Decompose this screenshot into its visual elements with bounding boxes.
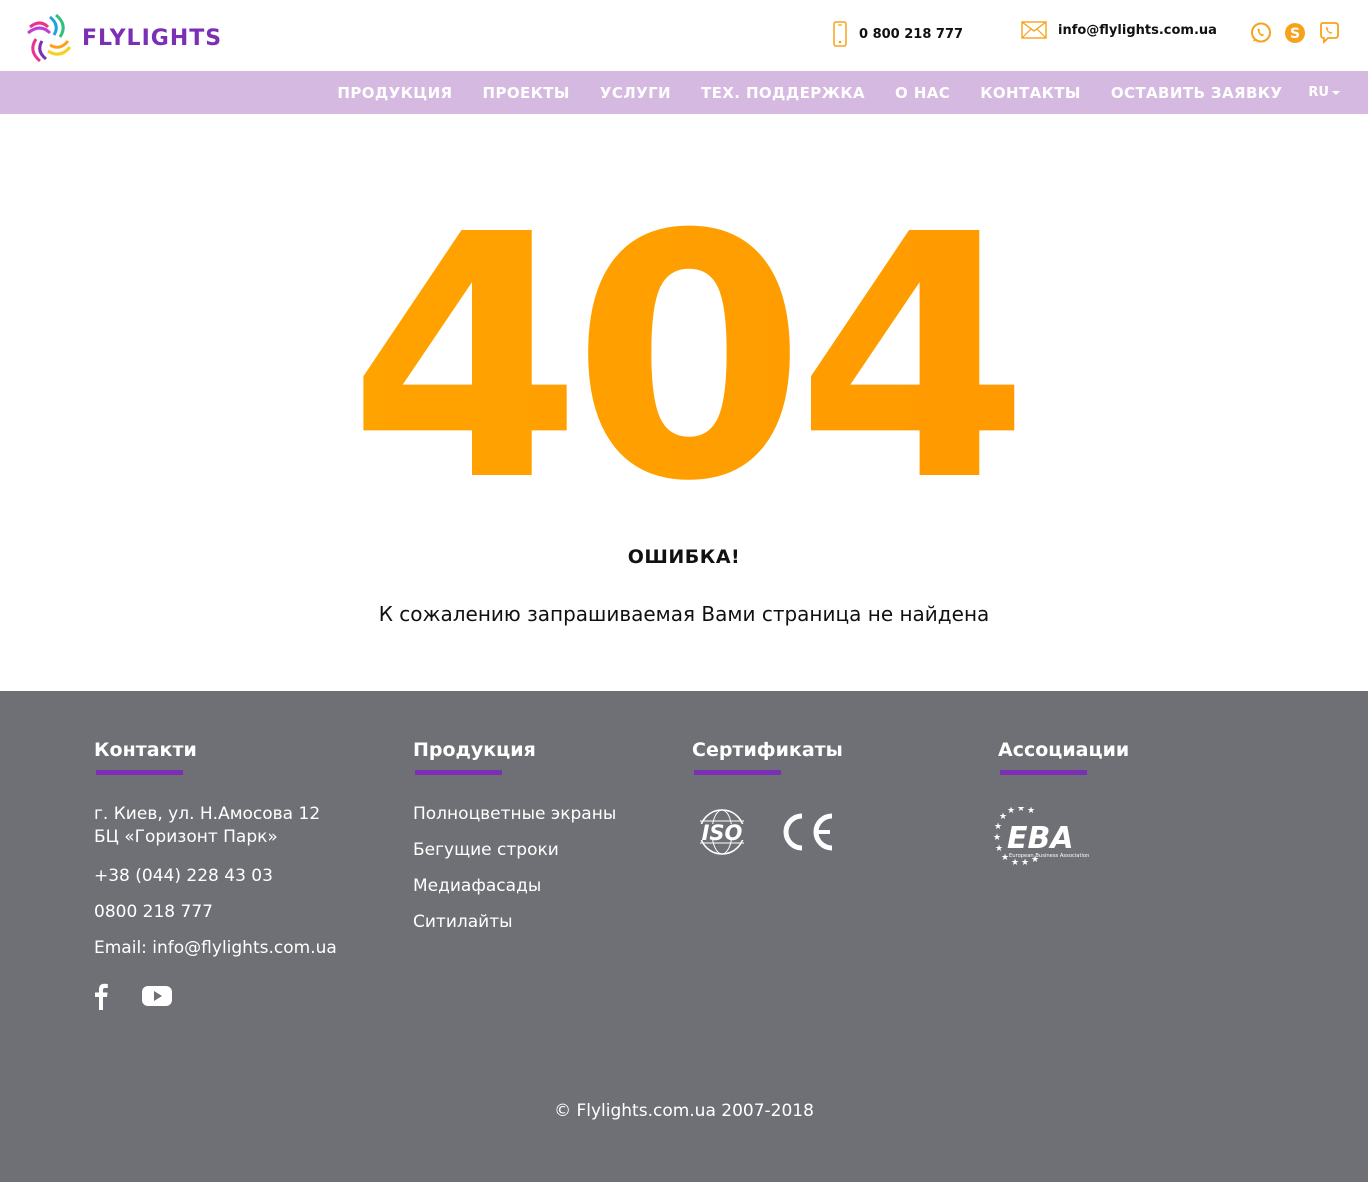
logo-mark-icon — [27, 13, 72, 63]
svg-text:★: ★ — [1021, 858, 1029, 865]
whatsapp-icon[interactable] — [1249, 21, 1273, 45]
envelope-icon — [1021, 21, 1047, 39]
footer-associations: Ассоциации ★ ★ ★ ★ ★ ★ ★ ★ ★ ★ ★ EBA Eur… — [993, 739, 1130, 869]
ce-logo — [783, 813, 833, 851]
phone-icon — [833, 21, 847, 47]
iso-logo: ISO — [692, 809, 752, 855]
footer-socials — [94, 982, 337, 1017]
nav-item-request[interactable]: ОСТАВИТЬ ЗАЯВКУ — [1096, 84, 1298, 102]
footer-product-link[interactable]: Медиафасады — [413, 875, 616, 898]
svg-text:★: ★ — [1007, 807, 1015, 816]
svg-text:★: ★ — [999, 812, 1007, 822]
nav-item-support[interactable]: ТЕХ. ПОДДЕРЖКА — [686, 84, 880, 102]
site-header: FLYLIGHTS 0 800 218 777 info@flylights.c… — [0, 0, 1368, 71]
footer-products: Продукция Полноцветные экраны Бегущие ст… — [413, 739, 616, 947]
footer-associations-title: Ассоциации — [998, 739, 1130, 761]
error-page: 404 ОШИБКА! К сожалению запрашиваемая Ва… — [0, 114, 1368, 691]
language-label: RU — [1308, 85, 1329, 100]
site-footer: Контакти г. Киев, ул. Н.Амосова 12 БЦ «Г… — [0, 691, 1368, 1182]
nav-item-projects[interactable]: ПРОЕКТЫ — [467, 84, 584, 102]
footer-phone-2[interactable]: 0800 218 777 — [94, 901, 337, 924]
footer-products-title: Продукция — [413, 739, 536, 761]
eba-logo: ★ ★ ★ ★ ★ ★ ★ ★ ★ ★ ★ EBA European Busin… — [993, 804, 1089, 868]
error-title: ОШИБКА! — [627, 546, 741, 568]
logo-text: FLYLIGHTS — [82, 25, 223, 51]
svg-text:★: ★ — [1017, 807, 1025, 814]
footer-title-underline — [415, 770, 502, 775]
nav-item-services[interactable]: УСЛУГИ — [585, 84, 686, 102]
svg-text:★: ★ — [1027, 807, 1035, 816]
youtube-icon[interactable] — [142, 985, 172, 1014]
error-message: К сожалению запрашиваемая Вами страница … — [378, 602, 990, 626]
header-socials: S — [1249, 21, 1341, 45]
svg-text:★: ★ — [1011, 858, 1019, 865]
footer-title-underline — [1000, 770, 1087, 775]
site-logo[interactable]: FLYLIGHTS — [24, 12, 222, 64]
footer-email[interactable]: Email: info@flylights.com.ua — [94, 937, 337, 960]
footer-product-link[interactable]: Полноцветные экраны — [413, 803, 616, 826]
footer-certificates-title: Сертификаты — [692, 739, 843, 761]
header-email[interactable]: info@flylights.com.ua — [1021, 21, 1217, 39]
header-email-address: info@flylights.com.ua — [1058, 22, 1217, 38]
svg-text:S: S — [1290, 26, 1300, 42]
svg-text:European Business Association: European Business Association — [1009, 853, 1089, 859]
svg-text:ISO: ISO — [702, 821, 743, 845]
footer-title-underline — [96, 770, 183, 775]
copyright: © Flylights.com.ua 2007-2018 — [554, 1101, 814, 1121]
footer-address-line1: г. Киев, ул. Н.Амосова 12 — [94, 804, 321, 824]
footer-address: г. Киев, ул. Н.Амосова 12 БЦ «Горизонт П… — [94, 803, 337, 849]
nav-menu: ПРОДУКЦИЯ ПРОЕКТЫ УСЛУГИ ТЕХ. ПОДДЕРЖКА … — [337, 71, 1368, 114]
footer-contacts: Контакти г. Киев, ул. Н.Амосова 12 БЦ «Г… — [94, 739, 337, 1017]
error-code: 404 — [0, 192, 1368, 528]
footer-product-link[interactable]: Ситилайты — [413, 911, 616, 934]
nav-item-contacts[interactable]: КОНТАКТЫ — [965, 84, 1096, 102]
svg-text:★: ★ — [994, 822, 1002, 832]
footer-certificates: Сертификаты ISO — [692, 739, 843, 857]
facebook-icon[interactable] — [94, 982, 108, 1017]
nav-item-products[interactable]: ПРОДУКЦИЯ — [337, 84, 467, 102]
main-nav: ПРОДУКЦИЯ ПРОЕКТЫ УСЛУГИ ТЕХ. ПОДДЕРЖКА … — [0, 71, 1368, 114]
skype-icon[interactable]: S — [1283, 21, 1307, 45]
footer-product-link[interactable]: Бегущие строки — [413, 839, 616, 862]
footer-contacts-title: Контакти — [94, 739, 197, 761]
header-phone[interactable]: 0 800 218 777 — [832, 21, 963, 47]
footer-address-line2: БЦ «Горизонт Парк» — [94, 827, 278, 847]
language-selector[interactable]: RU — [1308, 85, 1340, 100]
viber-icon[interactable] — [1317, 21, 1341, 45]
header-phone-number: 0 800 218 777 — [859, 26, 964, 42]
svg-text:EBA: EBA — [1007, 821, 1074, 856]
nav-item-about[interactable]: О НАС — [880, 84, 965, 102]
svg-text:★: ★ — [993, 833, 1001, 843]
footer-phone-1[interactable]: +38 (044) 228 43 03 — [94, 865, 337, 888]
chevron-down-icon — [1332, 90, 1340, 95]
footer-title-underline — [694, 770, 781, 775]
